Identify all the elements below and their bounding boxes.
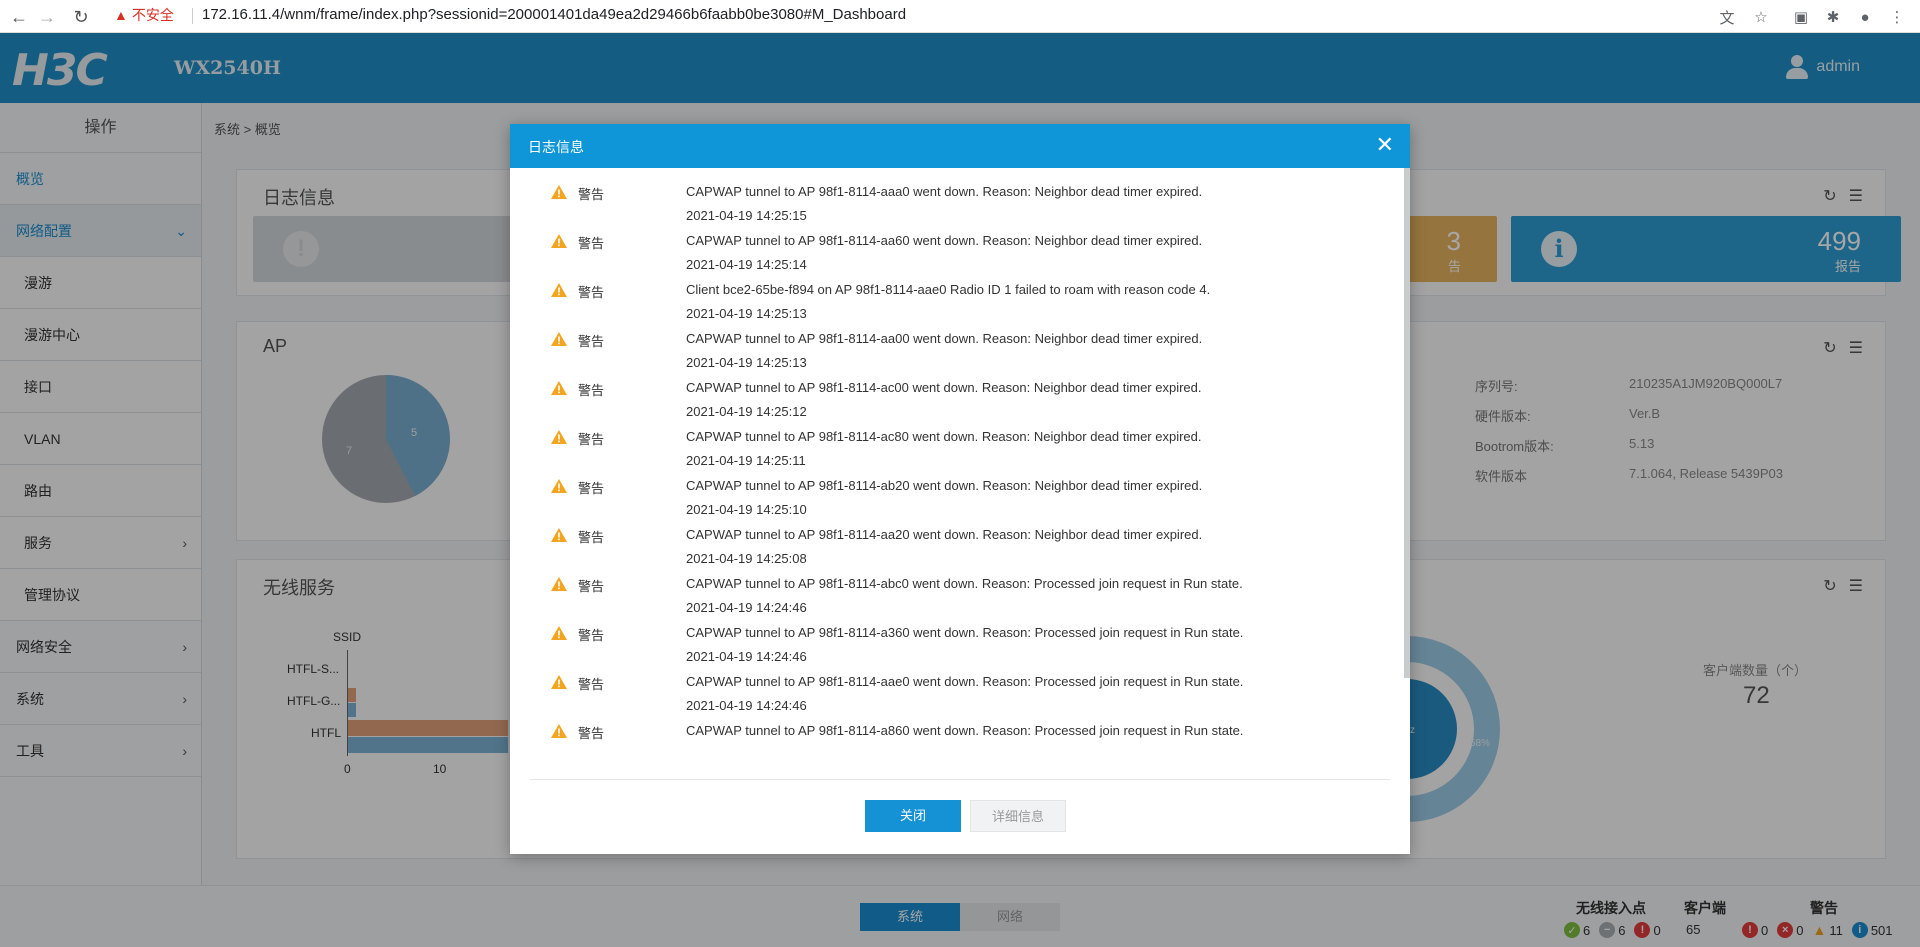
- log-timestamp: 2021-04-19 14:24:46: [686, 600, 807, 615]
- log-entry[interactable]: 警告 CAPWAP tunnel to AP 98f1-8114-ac80 wen…: [530, 421, 1385, 470]
- log-entry[interactable]: 警告 CAPWAP tunnel to AP 98f1-8114-abc0 wen…: [530, 568, 1385, 617]
- log-message: CAPWAP tunnel to AP 98f1-8114-aa00 went …: [686, 331, 1203, 346]
- log-entry[interactable]: 警告 CAPWAP tunnel to AP 98f1-8114-ab20 wen…: [530, 470, 1385, 519]
- log-timestamp: 2021-04-19 14:25:12: [686, 404, 807, 419]
- log-message: CAPWAP tunnel to AP 98f1-8114-ab20 went …: [686, 478, 1203, 493]
- tab-search-icon[interactable]: ▣: [1788, 4, 1814, 30]
- log-message: CAPWAP tunnel to AP 98f1-8114-abc0 went …: [686, 576, 1243, 591]
- warning-icon: [551, 381, 567, 395]
- log-level: 警告: [578, 530, 605, 545]
- log-entry[interactable]: 警告 CAPWAP tunnel to AP 98f1-8114-a860 wen…: [530, 715, 1385, 750]
- log-timestamp: 2021-04-19 14:25:14: [686, 257, 807, 272]
- log-message: CAPWAP tunnel to AP 98f1-8114-aa60 went …: [686, 233, 1203, 248]
- translate-icon[interactable]: 文: [1714, 4, 1740, 30]
- extensions-icon[interactable]: ✱: [1820, 4, 1846, 30]
- warning-icon: [551, 528, 567, 542]
- forward-icon[interactable]: →: [34, 4, 60, 30]
- log-level: 警告: [578, 236, 605, 251]
- log-timestamp: 2021-04-19 14:25:15: [686, 208, 807, 223]
- log-entry[interactable]: 警告 CAPWAP tunnel to AP 98f1-8114-aa20 wen…: [530, 519, 1385, 568]
- log-entry[interactable]: 警告 Client bce2-65be-f894 on AP 98f1-8114-…: [530, 274, 1385, 323]
- browser-toolbar: ← → ↻ ▲ 不安全 172.16.11.4/wnm/frame/index.…: [0, 0, 1920, 33]
- warning-icon: [551, 724, 567, 738]
- log-message: CAPWAP tunnel to AP 98f1-8114-ac00 went …: [686, 380, 1202, 395]
- log-timestamp: 2021-04-19 14:25:11: [686, 453, 806, 468]
- log-message: CAPWAP tunnel to AP 98f1-8114-ac80 went …: [686, 429, 1202, 444]
- log-message: CAPWAP tunnel to AP 98f1-8114-aa20 went …: [686, 527, 1203, 542]
- details-button[interactable]: 详细信息: [970, 800, 1066, 832]
- log-timestamp: 2021-04-19 14:25:10: [686, 502, 807, 517]
- insecure-indicator[interactable]: ▲ 不安全: [114, 5, 174, 25]
- dialog-divider: [530, 779, 1390, 780]
- log-timestamp: 2021-04-19 14:24:46: [686, 649, 807, 664]
- log-timestamp: 2021-04-19 14:24:46: [686, 747, 807, 750]
- warning-icon: ▲: [114, 7, 128, 23]
- log-level: 警告: [578, 285, 605, 300]
- log-level: 警告: [578, 432, 605, 447]
- close-button[interactable]: 关闭: [865, 800, 961, 832]
- log-message: CAPWAP tunnel to AP 98f1-8114-aaa0 went …: [686, 184, 1203, 199]
- log-level: 警告: [578, 677, 605, 692]
- log-message: CAPWAP tunnel to AP 98f1-8114-a360 went …: [686, 625, 1244, 640]
- log-timestamp: 2021-04-19 14:25:13: [686, 306, 807, 321]
- warning-icon: [551, 577, 567, 591]
- log-entry[interactable]: 警告 CAPWAP tunnel to AP 98f1-8114-aa00 wen…: [530, 323, 1385, 372]
- log-info-dialog: 日志信息 ✕ 警告 CAPWAP tunnel to AP 98f1-8114-a…: [510, 124, 1410, 854]
- warning-icon: [551, 185, 567, 199]
- reload-icon[interactable]: ↻: [68, 4, 94, 30]
- dialog-header: 日志信息 ✕: [510, 124, 1410, 168]
- log-entry[interactable]: 警告 CAPWAP tunnel to AP 98f1-8114-ac00 wen…: [530, 372, 1385, 421]
- log-level: 警告: [578, 628, 605, 643]
- log-entry[interactable]: 警告 CAPWAP tunnel to AP 98f1-8114-aaa0 wen…: [530, 176, 1385, 225]
- log-timestamp: 2021-04-19 14:25:13: [686, 355, 807, 370]
- profile-icon[interactable]: ●: [1852, 4, 1878, 30]
- dialog-title: 日志信息: [528, 139, 584, 155]
- back-icon[interactable]: ←: [6, 4, 32, 30]
- address-separator: [192, 8, 193, 24]
- warning-icon: [551, 332, 567, 346]
- log-timestamp: 2021-04-19 14:25:08: [686, 551, 807, 566]
- log-message: Client bce2-65be-f894 on AP 98f1-8114-aa…: [686, 282, 1211, 297]
- warning-icon: [551, 626, 567, 640]
- address-bar[interactable]: 172.16.11.4/wnm/frame/index.php?sessioni…: [202, 6, 906, 23]
- log-level: 警告: [578, 187, 605, 202]
- log-level: 警告: [578, 481, 605, 496]
- log-level: 警告: [578, 726, 605, 741]
- close-icon[interactable]: ✕: [1376, 132, 1394, 158]
- warning-icon: [551, 430, 567, 444]
- log-entry[interactable]: 警告 CAPWAP tunnel to AP 98f1-8114-aa60 wen…: [530, 225, 1385, 274]
- bookmark-star-icon[interactable]: ☆: [1748, 4, 1774, 30]
- log-level: 警告: [578, 579, 605, 594]
- log-list[interactable]: 警告 CAPWAP tunnel to AP 98f1-8114-aaa0 wen…: [530, 176, 1385, 750]
- log-level: 警告: [578, 334, 605, 349]
- insecure-label: 不安全: [131, 7, 174, 23]
- log-message: CAPWAP tunnel to AP 98f1-8114-a860 went …: [686, 723, 1244, 738]
- dialog-scrollbar[interactable]: [1404, 168, 1410, 678]
- log-message: CAPWAP tunnel to AP 98f1-8114-aae0 went …: [686, 674, 1244, 689]
- log-timestamp: 2021-04-19 14:24:46: [686, 698, 807, 713]
- warning-icon: [551, 675, 567, 689]
- log-entry[interactable]: 警告 CAPWAP tunnel to AP 98f1-8114-a360 wen…: [530, 617, 1385, 666]
- log-level: 警告: [578, 383, 605, 398]
- warning-icon: [551, 234, 567, 248]
- warning-icon: [551, 283, 567, 297]
- menu-icon[interactable]: ⋮: [1884, 4, 1910, 30]
- warning-icon: [551, 479, 567, 493]
- log-entry[interactable]: 警告 CAPWAP tunnel to AP 98f1-8114-aae0 wen…: [530, 666, 1385, 715]
